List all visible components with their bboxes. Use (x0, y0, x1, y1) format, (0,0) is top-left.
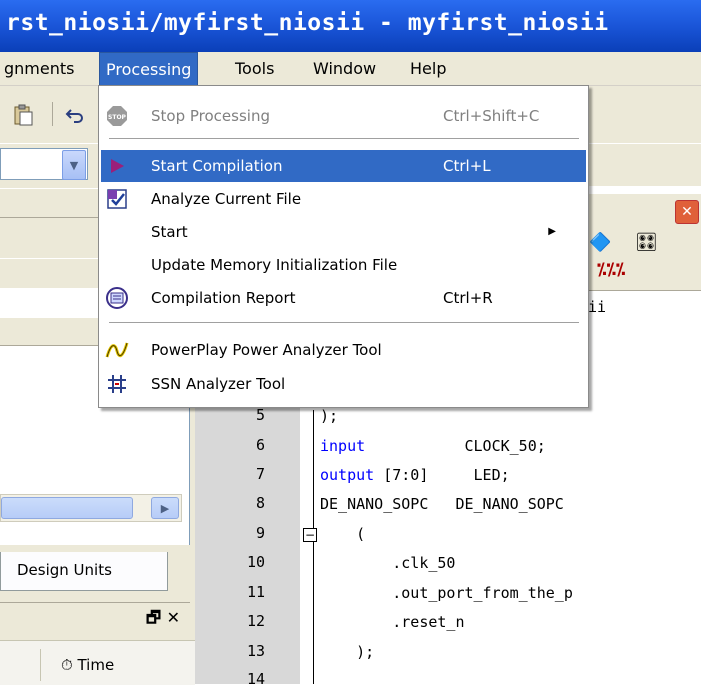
analyze-file-icon (105, 187, 129, 211)
menu-tools[interactable]: Tools (229, 52, 280, 86)
processing-menu: STOP Stop Processing Ctrl+Shift+C Start … (98, 85, 589, 408)
menu-window[interactable]: Window (307, 52, 382, 86)
line-number: 7 (255, 465, 265, 483)
menu-processing[interactable]: Processing (99, 52, 199, 87)
menu-item-shortcut: Ctrl+L (443, 157, 491, 175)
fold-line (313, 410, 314, 684)
code-line: input CLOCK_50; (320, 434, 546, 458)
menu-item-start[interactable]: Start ▶ (101, 216, 586, 248)
code-line: ( (320, 525, 366, 543)
chevron-down-icon[interactable]: ▼ (62, 150, 86, 180)
stop-icon: STOP (105, 104, 129, 128)
line-number: 11 (246, 583, 265, 601)
code-rest: [7:0] LED; (374, 466, 510, 484)
scroll-right-icon[interactable]: ▶ (151, 497, 179, 519)
clock-icon: ⏱ (61, 656, 73, 674)
keyword: input (320, 437, 366, 455)
menu-item-label: Compilation Report (151, 289, 296, 307)
line-number: 9 (255, 524, 265, 542)
menu-item-update-memory-init-file[interactable]: Update Memory Initialization File (101, 249, 586, 281)
bookmark-tools-icon[interactable]: ⁒⁒⁒ (597, 260, 625, 280)
line-number: 12 (246, 612, 265, 630)
menu-help[interactable]: Help (404, 52, 452, 86)
hierarchy-dropdown[interactable]: ▼ (0, 148, 88, 180)
toolbar-divider (52, 102, 53, 126)
horizontal-scrollbar[interactable]: ▶ (0, 494, 182, 522)
menu-separator (109, 322, 579, 323)
code-line: ); (320, 643, 375, 661)
menu-item-label: SSN Analyzer Tool (151, 375, 286, 393)
menu-item-analyze-current-file[interactable]: Analyze Current File (101, 183, 586, 215)
window-title: rst_niosii/myfirst_niosii - myfirst_nios… (6, 10, 609, 36)
menu-separator (109, 138, 579, 139)
line-number: 10 (246, 553, 265, 571)
play-triangle-icon (105, 154, 129, 178)
keyword: output (320, 466, 375, 484)
menu-item-label: Update Memory Initialization File (151, 256, 398, 274)
menu-item-label: PowerPlay Power Analyzer Tool (151, 341, 382, 359)
ssn-analyzer-icon (105, 372, 129, 396)
code-rest: CLOCK_50; (365, 437, 546, 455)
menu-item-label: Start Compilation (151, 157, 283, 175)
line-number: 6 (255, 436, 265, 454)
code-line: output [7:0] LED; (320, 463, 510, 487)
menu-item-shortcut: Ctrl+R (443, 289, 493, 307)
menu-item-ssn-analyzer[interactable]: SSN Analyzer Tool (101, 368, 586, 400)
restore-window-icon[interactable]: 🗗 (146, 608, 161, 627)
code-line: .out_port_from_the_p (320, 584, 573, 602)
close-editor-icon[interactable]: ✕ (675, 200, 699, 224)
toolbar-icon[interactable]: 🎛 (635, 232, 658, 253)
time-column-header[interactable]: ⏱ Time (40, 649, 211, 681)
time-column-label: Time (77, 656, 115, 674)
line-number: 14 (246, 670, 265, 688)
title-bar: rst_niosii/myfirst_niosii - myfirst_nios… (0, 0, 701, 52)
menu-item-powerplay-analyzer[interactable]: PowerPlay Power Analyzer Tool (101, 334, 586, 366)
svg-text:STOP: STOP (108, 114, 127, 121)
menu-assignments[interactable]: gnments (0, 52, 80, 86)
scrollbar-thumb[interactable] (1, 497, 133, 519)
line-number: 8 (255, 494, 265, 512)
submenu-arrow-icon: ▶ (548, 226, 556, 237)
code-line: DE_NANO_SOPC DE_NANO_SOPC (320, 495, 564, 513)
menu-item-stop-processing[interactable]: STOP Stop Processing Ctrl+Shift+C (101, 100, 586, 132)
paste-icon[interactable] (8, 100, 38, 130)
menu-item-label: Start (151, 223, 188, 241)
tasks-panel-header: 🗗 ✕ (0, 602, 190, 633)
line-number: 5 (255, 406, 265, 424)
tasks-table-header: ⏱ Time (0, 640, 195, 685)
compilation-report-icon (105, 286, 129, 310)
line-number: 13 (246, 642, 265, 660)
code-line: .reset_n (320, 613, 465, 631)
menu-item-shortcut: Ctrl+Shift+C (443, 107, 540, 125)
menu-item-compilation-report[interactable]: Compilation Report Ctrl+R (101, 282, 586, 314)
menu-item-label: Stop Processing (151, 107, 270, 125)
tab-design-units[interactable]: Design Units (0, 552, 168, 591)
toolbar-icon[interactable]: 🔷 (589, 232, 611, 253)
close-icon[interactable]: ✕ (167, 608, 180, 627)
menu-item-start-compilation[interactable]: Start Compilation Ctrl+L (101, 150, 586, 182)
menu-bar: gnments Processing Tools Window Help (0, 52, 701, 87)
powerplay-icon (105, 338, 129, 362)
code-line: .clk_50 (320, 554, 456, 572)
undo-icon[interactable] (60, 100, 90, 130)
menu-item-label: Analyze Current File (151, 190, 302, 208)
fold-toggle-icon[interactable]: − (303, 528, 317, 542)
